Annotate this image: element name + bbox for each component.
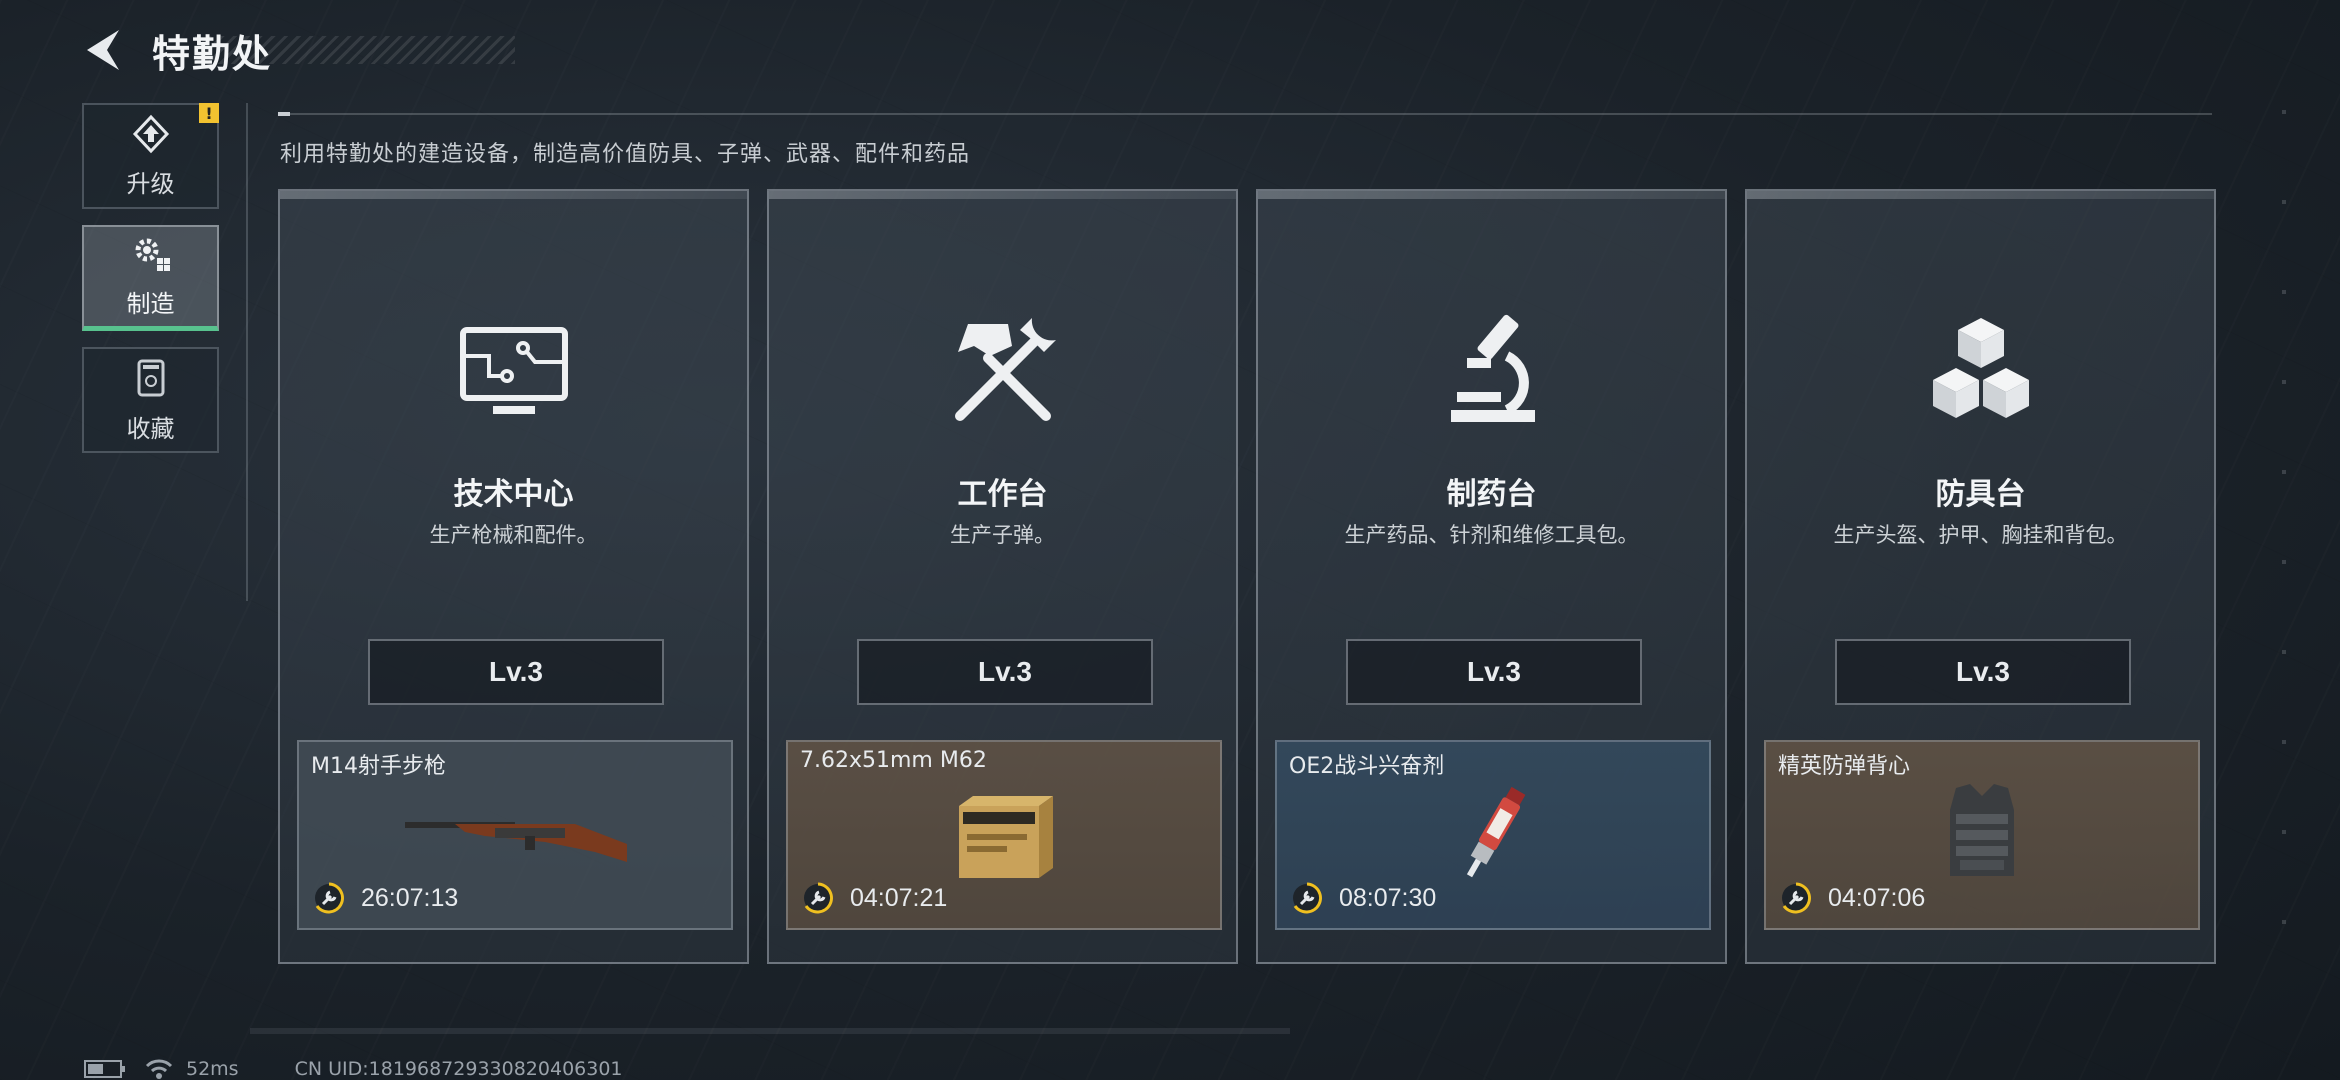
gear-cluster-icon xyxy=(135,238,170,271)
sidebar-item-label: 升级 xyxy=(126,169,175,198)
station-title: 防具台 xyxy=(1935,477,2026,512)
back-arrow-icon xyxy=(87,30,119,70)
product-timer: 04:07:06 xyxy=(1780,882,1925,914)
timer-wrench-icon xyxy=(1782,882,1811,914)
level-button[interactable]: Lv.3 xyxy=(368,639,664,705)
right-edge-decoration xyxy=(2282,110,2286,1010)
rifle-image xyxy=(405,822,627,862)
station-card-pharmacy[interactable]: 制药台 生产药品、针剂和维修工具包。 Lv.3 OE2战斗兴奋剂 08:07:3… xyxy=(1256,189,1727,964)
station-card-armor-bench[interactable]: 防具台 生产头盔、护甲、胸挂和背包。 Lv.3 精英防弹背心 04:07:06 xyxy=(1745,189,2216,964)
station-card-workbench[interactable]: 工作台 生产子弹。 Lv.3 7.62x51mm M62 04:07:21 xyxy=(767,189,1238,964)
timer-wrench-icon xyxy=(804,882,833,914)
ping-text: 52ms xyxy=(186,1058,239,1080)
level-button[interactable]: Lv.3 xyxy=(857,639,1153,705)
status-bar: 52ms CN UID:18196872933082040630​1 xyxy=(84,1058,623,1080)
computer-monitor-icon xyxy=(459,327,568,414)
station-subtitle: 生产子弹。 xyxy=(950,523,1055,547)
upgrade-icon xyxy=(132,114,169,153)
station-title: 工作台 xyxy=(957,477,1048,512)
alert-badge: ! xyxy=(199,103,219,123)
cubes-icon xyxy=(1932,318,2029,418)
product-name: OE2战斗兴奋剂 xyxy=(1289,754,1445,779)
station-subtitle: 生产头盔、护甲、胸挂和背包。 xyxy=(1833,523,2128,547)
hammer-wrench-icon xyxy=(954,318,1056,421)
timer-text: 08:07:30 xyxy=(1339,883,1437,912)
product-name: 精英防弹背心 xyxy=(1778,754,1911,779)
timer-text: 04:07:21 xyxy=(850,883,948,912)
product-timer: 26:07:13 xyxy=(313,882,458,914)
product-name: M14射手步枪 xyxy=(311,754,446,779)
battery-icon xyxy=(84,1060,125,1078)
product-slot[interactable]: 7.62x51mm M62 04:07:21 xyxy=(786,740,1222,930)
sidebar-item-craft[interactable]: 制造 xyxy=(82,225,219,331)
product-name: 7.62x51mm M62 xyxy=(800,748,987,773)
timer-wrench-icon xyxy=(315,882,344,914)
timer-text: 04:07:06 xyxy=(1828,883,1926,912)
product-slot[interactable]: OE2战斗兴奋剂 08:07:30 xyxy=(1275,740,1711,930)
sidebar-divider xyxy=(246,103,248,601)
armor-vest-image xyxy=(1950,784,2014,876)
stim-injector-image xyxy=(1466,786,1526,878)
product-timer: 04:07:21 xyxy=(802,882,947,914)
level-button[interactable]: Lv.3 xyxy=(1835,639,2131,705)
product-slot[interactable]: 精英防弹背心 04:07:06 xyxy=(1764,740,2200,930)
station-title: 技术中心 xyxy=(453,477,574,512)
uid-text: CN UID:18196872933082040630​1 xyxy=(294,1058,623,1080)
product-timer: 08:07:30 xyxy=(1291,882,1436,914)
station-card-tech-center[interactable]: 技术中心 生产枪械和配件。 Lv.3 M14射手步枪 26:07:13 xyxy=(278,189,749,964)
sidebar-item-label: 收藏 xyxy=(126,414,175,443)
sidebar: ! 升级 制造 收藏 xyxy=(82,103,220,469)
timer-text: 26:07:13 xyxy=(361,883,459,912)
page-description: 利用特勤处的建造设备，制造高价值防具、子弹、武器、配件和药品 xyxy=(280,142,971,167)
product-slot[interactable]: M14射手步枪 26:07:13 xyxy=(297,740,733,930)
sidebar-item-upgrade[interactable]: ! 升级 xyxy=(82,103,219,209)
ammo-box-image xyxy=(959,796,1053,878)
collection-icon xyxy=(137,359,164,396)
station-subtitle: 生产药品、针剂和维修工具包。 xyxy=(1344,523,1639,547)
timer-wrench-icon xyxy=(1293,882,1322,914)
station-title: 制药台 xyxy=(1446,477,1537,512)
section-divider xyxy=(278,112,2212,116)
wifi-icon xyxy=(145,1059,173,1079)
bottom-decoration xyxy=(250,1028,1290,1034)
level-button[interactable]: Lv.3 xyxy=(1346,639,1642,705)
microscope-icon xyxy=(1450,314,1535,422)
station-subtitle: 生产枪械和配件。 xyxy=(429,523,598,547)
title-decoration xyxy=(195,36,515,64)
back-button[interactable] xyxy=(80,22,126,78)
sidebar-item-label: 制造 xyxy=(126,290,175,318)
sidebar-item-collection[interactable]: 收藏 xyxy=(82,347,219,453)
